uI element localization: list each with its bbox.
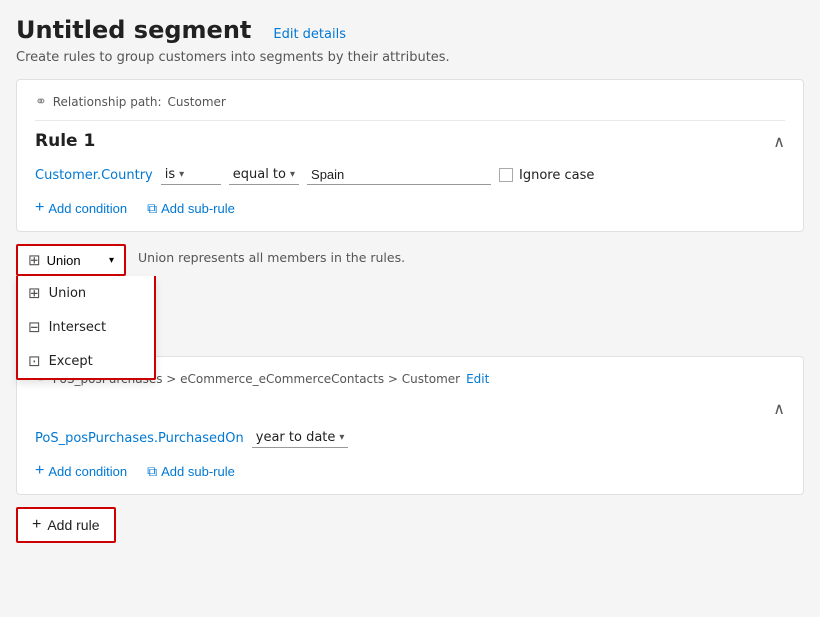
add-rule-plus-icon: + (32, 516, 41, 534)
relationship-label: Relationship path: (53, 95, 162, 109)
rule1-condition-field: Customer.Country (35, 168, 153, 183)
rule2-condition-row: PoS_posPurchases.PurchasedOn year to dat… (35, 428, 785, 448)
rule2-comparator-label: year to date (256, 430, 336, 445)
union-button-icon: ⊞ (28, 251, 41, 269)
rule2-add-condition-button[interactable]: + Add condition (35, 462, 127, 480)
rule2-comparator-caret: ▾ (339, 432, 344, 443)
union-button-label: Union (47, 253, 81, 268)
rule1-comparator-caret: ▾ (290, 169, 295, 180)
rule1-title: Rule 1 (35, 131, 95, 151)
rule1-add-subrule-button[interactable]: ⧉ Add sub-rule (147, 200, 235, 217)
page-subtitle: Create rules to group customers into seg… (16, 50, 804, 65)
rule1-add-subrule-icon: ⧉ (147, 200, 157, 217)
rule2-condition-field: PoS_posPurchases.PurchasedOn (35, 431, 244, 446)
rule1-collapse-icon[interactable]: ∧ (773, 132, 785, 151)
rule2-rel-path-edit-link[interactable]: Edit (466, 372, 489, 386)
rule1-card: ⚭ Relationship path: Customer Rule 1 ∧ C… (16, 79, 804, 232)
union-dropdown-wrapper: ⊞ Union ▾ ⊞ Union ⊟ Intersect ⊡ Except (16, 244, 126, 276)
union-menu-except-icon: ⊡ (28, 352, 41, 370)
rule1-operator-dropdown[interactable]: is ▾ (161, 165, 221, 185)
rule1-value-input[interactable] (307, 165, 491, 185)
union-menu-item-except[interactable]: ⊡ Except (18, 344, 154, 378)
rule2-add-subrule-label: Add sub-rule (161, 464, 235, 479)
rule1-action-bar: + Add condition ⧉ Add sub-rule (35, 199, 785, 217)
rule2-add-condition-label: Add condition (48, 464, 127, 479)
rule1-add-condition-button[interactable]: + Add condition (35, 199, 127, 217)
rule1-add-condition-plus-icon: + (35, 199, 44, 217)
edit-details-link[interactable]: Edit details (273, 27, 346, 42)
union-dropdown-button[interactable]: ⊞ Union ▾ (16, 244, 126, 276)
union-dropdown-menu: ⊞ Union ⊟ Intersect ⊡ Except (16, 276, 156, 380)
union-menu-union-icon: ⊞ (28, 284, 41, 302)
union-menu-intersect-icon: ⊟ (28, 318, 41, 336)
rule2-collapse-icon[interactable]: ∧ (773, 399, 785, 418)
rule1-relationship-bar: ⚭ Relationship path: Customer (35, 94, 785, 110)
union-menu-except-label: Except (49, 354, 93, 369)
rule1-header: Rule 1 ∧ (35, 131, 785, 151)
relationship-value: Customer (168, 95, 226, 109)
rule1-comparator-dropdown[interactable]: equal to ▾ (229, 165, 299, 185)
page-title: Untitled segment (16, 16, 251, 44)
rule2-add-subrule-icon: ⧉ (147, 463, 157, 480)
union-menu-union-label: Union (49, 286, 87, 301)
union-menu-item-union[interactable]: ⊞ Union (18, 276, 154, 310)
union-section: ⊞ Union ▾ ⊞ Union ⊟ Intersect ⊡ Except U… (16, 244, 804, 276)
add-rule-button[interactable]: + Add rule (16, 507, 116, 543)
add-rule-label: Add rule (47, 517, 99, 533)
rule1-ignore-case-wrapper: Ignore case (499, 168, 594, 183)
rule1-condition-row: Customer.Country is ▾ equal to ▾ Ignore … (35, 165, 785, 185)
rule1-add-subrule-label: Add sub-rule (161, 201, 235, 216)
union-menu-intersect-label: Intersect (49, 320, 107, 335)
rule2-add-condition-plus-icon: + (35, 462, 44, 480)
union-description: Union represents all members in the rule… (138, 250, 804, 265)
rule1-ignore-case-checkbox[interactable] (499, 168, 513, 182)
rule1-operator-caret: ▾ (179, 169, 184, 180)
rule2-add-subrule-button[interactable]: ⧉ Add sub-rule (147, 463, 235, 480)
rule1-ignore-case-label: Ignore case (519, 168, 594, 183)
union-button-caret: ▾ (109, 255, 114, 266)
rule1-add-condition-label: Add condition (48, 201, 127, 216)
rule2-comparator-dropdown[interactable]: year to date ▾ (252, 428, 349, 448)
relationship-icon: ⚭ (35, 94, 47, 110)
union-menu-item-intersect[interactable]: ⊟ Intersect (18, 310, 154, 344)
rule2-action-bar: + Add condition ⧉ Add sub-rule (35, 462, 785, 480)
